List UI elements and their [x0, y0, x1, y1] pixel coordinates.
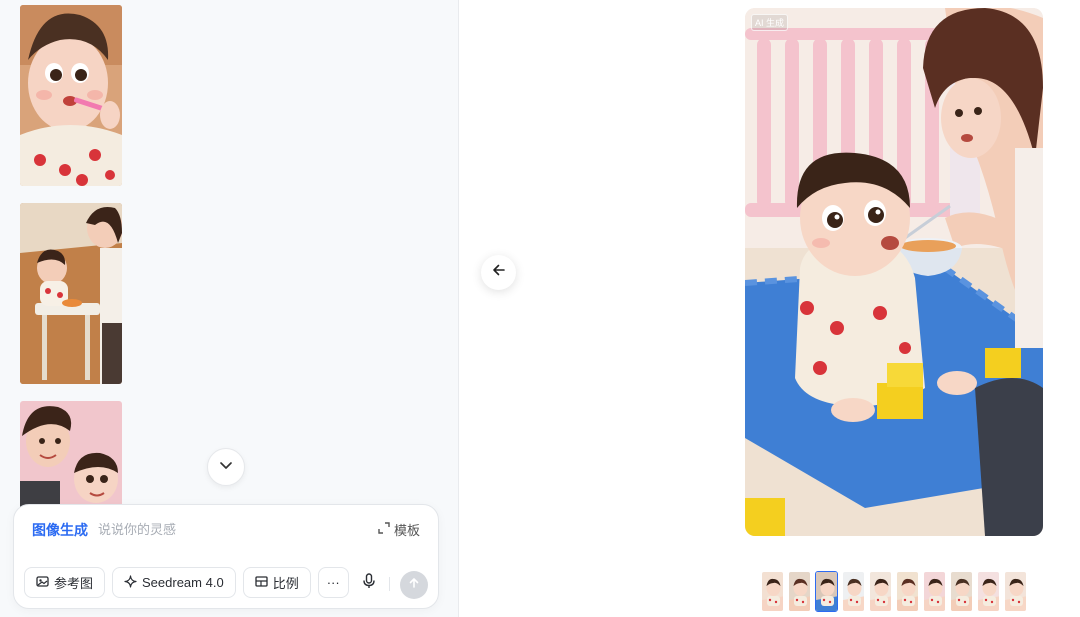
filmstrip-thumb[interactable]	[923, 571, 946, 612]
more-icon: ···	[326, 575, 340, 590]
more-options-button[interactable]: ···	[317, 567, 349, 598]
scroll-down-button[interactable]	[207, 448, 245, 486]
reference-image-label: 参考图	[54, 576, 94, 591]
image-generation-app: 图像生成 模板 参考图 Seedr	[0, 0, 1080, 617]
history-image-3[interactable]	[20, 401, 122, 511]
filmstrip-thumb[interactable]	[896, 571, 919, 612]
preview-image[interactable]: AI 生成	[745, 8, 1043, 536]
filmstrip-thumb[interactable]	[815, 571, 838, 612]
expand-icon	[378, 522, 390, 537]
chevron-down-icon	[219, 458, 233, 477]
filmstrip-thumb[interactable]	[842, 571, 865, 612]
ratio-button[interactable]: 比例	[242, 567, 311, 598]
voice-input-button[interactable]	[359, 572, 379, 594]
toolbar-divider	[389, 577, 390, 591]
filmstrip-thumb[interactable]	[1004, 571, 1027, 612]
reference-image-button[interactable]: 参考图	[24, 567, 106, 598]
filmstrip-thumb[interactable]	[869, 571, 892, 612]
composer-toolbar: 参考图 Seedream 4.0 比例 ···	[24, 567, 349, 598]
history-image-1[interactable]	[20, 5, 122, 186]
aspect-ratio-icon	[255, 575, 268, 591]
ratio-label: 比例	[272, 576, 299, 591]
prompt-input[interactable]	[98, 518, 358, 540]
back-button[interactable]	[481, 255, 516, 290]
filmstrip	[761, 571, 1027, 612]
sparkle-icon	[124, 574, 137, 591]
send-button[interactable]	[400, 571, 428, 599]
prompt-composer: 图像生成 模板 参考图 Seedr	[13, 504, 439, 609]
ai-generated-badge: AI 生成	[751, 14, 789, 31]
filmstrip-thumb[interactable]	[788, 571, 811, 612]
microphone-icon	[362, 572, 376, 594]
mode-label[interactable]: 图像生成	[32, 520, 88, 540]
arrow-up-icon	[408, 576, 420, 594]
chat-panel: 图像生成 模板 参考图 Seedr	[0, 0, 459, 617]
filmstrip-thumb[interactable]	[761, 571, 784, 612]
filmstrip-thumb[interactable]	[950, 571, 973, 612]
template-label: 模板	[393, 523, 420, 538]
filmstrip-thumb[interactable]	[977, 571, 1000, 612]
model-selector[interactable]: Seedream 4.0	[112, 567, 236, 598]
model-label: Seedream 4.0	[142, 575, 224, 590]
image-icon	[36, 575, 49, 591]
history-image-2[interactable]	[20, 203, 122, 384]
arrow-left-icon	[492, 263, 506, 282]
template-button[interactable]: 模板	[378, 520, 420, 539]
